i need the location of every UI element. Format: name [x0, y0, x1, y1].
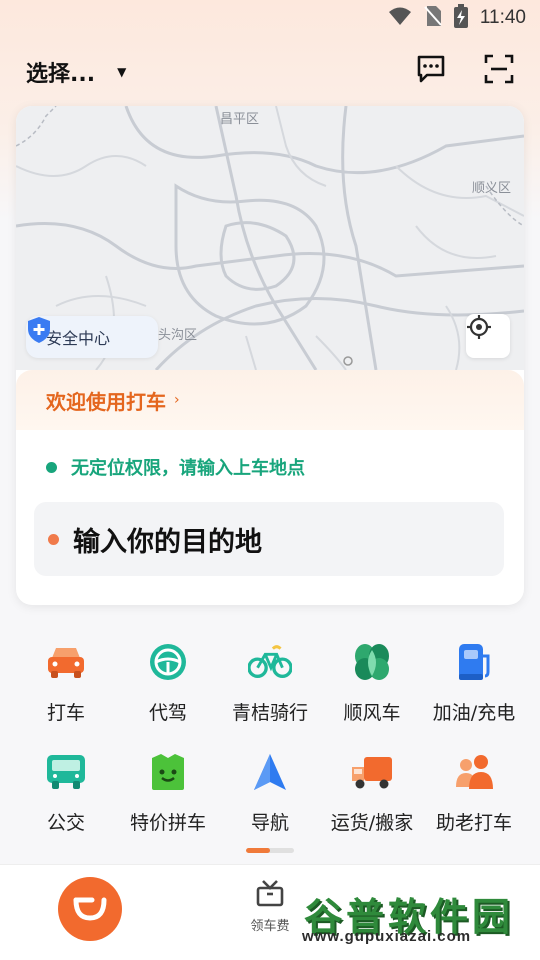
service-elderly-taxi[interactable]: 助老打车: [420, 750, 528, 842]
bicycle-icon: [248, 640, 292, 684]
service-navigation[interactable]: 导航: [216, 750, 324, 842]
car-icon: [44, 640, 88, 684]
service-designated-driver[interactable]: 代驾: [114, 640, 222, 732]
bag-icon: [146, 750, 190, 794]
service-label: 助老打车: [435, 812, 512, 834]
service-label: 运货/搬家: [330, 812, 414, 834]
safety-center-button[interactable]: 安全中心: [26, 316, 158, 358]
steering-wheel-icon: [146, 640, 190, 684]
bus-icon: [44, 750, 88, 794]
destination-dot-icon: [48, 533, 59, 545]
caret-down-icon: ▼: [117, 65, 127, 79]
city-selector[interactable]: 选择... ▼: [26, 56, 126, 88]
service-carpool[interactable]: 特价拼车: [114, 750, 222, 842]
service-bus[interactable]: 公交: [12, 750, 120, 842]
top-header: 选择... ▼: [0, 48, 540, 92]
service-hitch[interactable]: 顺风车: [318, 640, 426, 732]
service-label: 导航: [250, 812, 289, 834]
map-label-mentougou: 头沟区: [158, 328, 198, 343]
main-card: 昌平区 顺义区 头沟区 安全中心 欢迎使用打车 › 无定位权限，请输入上车地点 …: [16, 106, 524, 605]
chevron-right-icon: ›: [174, 392, 180, 408]
page-indicator: [246, 848, 294, 853]
status-time: 11:40: [479, 7, 526, 28]
fuel-pump-icon: [452, 640, 496, 684]
gift-box-icon: [255, 879, 285, 911]
navigation-arrow-icon: [248, 750, 292, 794]
didi-logo-icon: [72, 892, 108, 926]
service-fuel[interactable]: 加油/充电: [420, 640, 528, 732]
scan-icon[interactable]: [482, 52, 516, 86]
page-indicator-active: [246, 848, 270, 853]
safety-center-label: 安全中心: [46, 329, 111, 348]
truck-icon: [350, 750, 394, 794]
pickup-dot-icon: [46, 461, 57, 473]
map-label-shunyi: 顺义区: [472, 181, 512, 196]
didi-home-button[interactable]: [58, 877, 122, 941]
service-label: 公交: [46, 812, 85, 834]
service-label: 顺风车: [343, 702, 401, 724]
service-label: 青桔骑行: [231, 702, 308, 724]
service-label: 打车: [46, 702, 85, 724]
watermark-url: www.gupuxiazai.com: [302, 928, 472, 945]
elderly-icon: [452, 750, 496, 794]
battery-charging-icon: [453, 3, 468, 33]
service-freight[interactable]: 运货/搬家: [318, 750, 426, 842]
wifi-icon: [388, 6, 412, 31]
nav-coupon[interactable]: 领车费: [240, 879, 300, 949]
service-label: 加油/充电: [432, 702, 516, 724]
message-icon[interactable]: [414, 52, 448, 86]
city-label: 选择...: [26, 62, 96, 87]
location-notice-text: 无定位权限，请输入上车地点: [71, 458, 305, 479]
no-sim-icon: [424, 5, 442, 32]
welcome-banner[interactable]: 欢迎使用打车 ›: [16, 370, 524, 430]
service-bike[interactable]: 青桔骑行: [216, 640, 324, 732]
location-notice[interactable]: 无定位权限，请输入上车地点: [46, 454, 305, 480]
destination-placeholder: 输入你的目的地: [73, 526, 262, 558]
locate-button[interactable]: [466, 314, 510, 358]
service-label: 代驾: [148, 702, 187, 724]
map-view[interactable]: 昌平区 顺义区 头沟区 安全中心: [16, 106, 524, 370]
nav-coupon-label: 领车费: [250, 919, 290, 934]
destination-input[interactable]: 输入你的目的地: [34, 502, 504, 576]
leaf-icon: [350, 640, 394, 684]
service-label: 特价拼车: [129, 812, 206, 834]
service-taxi[interactable]: 打车: [12, 640, 120, 732]
map-label-changping: 昌平区: [220, 112, 260, 127]
services-grid: 打车 代驾 青桔骑行 顺风车 加油/充电 公交 特价拼车 导航 运货/搬家 助老…: [0, 630, 540, 834]
status-bar: 11:40: [0, 0, 540, 36]
welcome-text: 欢迎使用打车: [46, 389, 166, 414]
watermark: 谷普软件园 www.gupuxiazai.com: [296, 884, 532, 954]
